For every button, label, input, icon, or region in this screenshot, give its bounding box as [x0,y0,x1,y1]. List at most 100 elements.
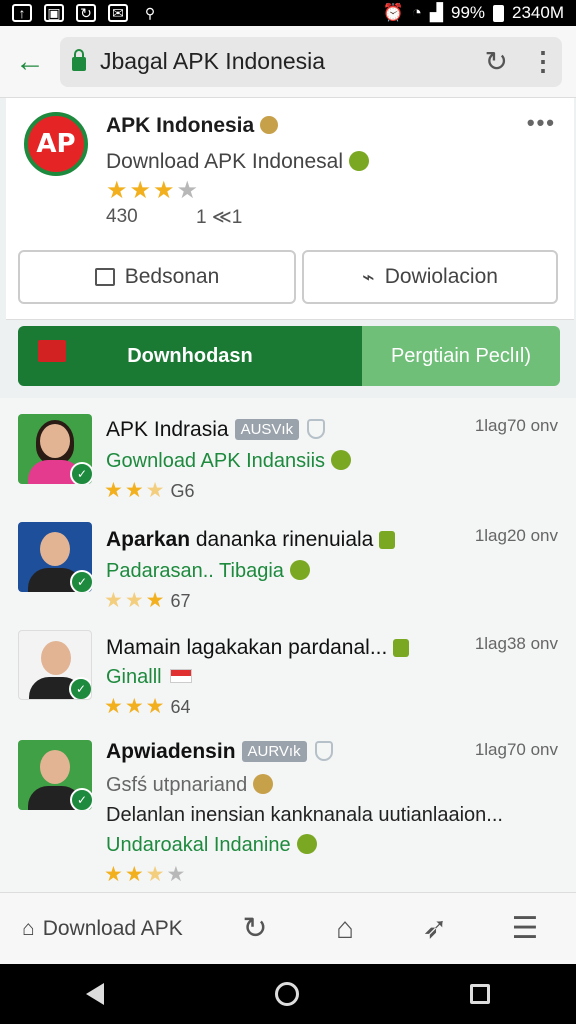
item-title-text: dananka rinenuiala [190,528,374,551]
battery-icon [493,4,505,22]
app-subtitle: Download APK Indonesal [106,150,369,174]
app-review-count: 430 [106,206,138,227]
download-banner: Downhodasn Pergtiain Peclıl) [18,326,560,386]
app-thumbnail: ✓ [18,740,92,810]
banner-download-button[interactable]: Downhodasn [18,326,362,386]
reload-icon[interactable]: ↻ [485,45,508,78]
info-coin-icon [253,774,274,794]
nav-home-icon[interactable] [274,982,299,1006]
star-icon: ★ [145,695,167,718]
download-label: Dowiolacion [384,265,498,288]
download-button[interactable]: ⌁ Dowiolacion [302,250,558,304]
star-icon: ★ [153,177,177,204]
person-face [40,424,70,458]
star-icon: ★ [124,479,146,502]
nav-back-icon[interactable] [85,983,104,1005]
app-rating-stars: ★★★★ [106,176,200,205]
app-thumbnail: ✓ [18,522,92,592]
image-icon: ▣ [44,4,64,22]
download-apk-label: Download APK [42,916,183,940]
url-text[interactable]: Jbagal APK Indonesia [100,48,485,75]
notification-icons: ↑ ▣ ↻ ✉ ⚲ [12,4,160,22]
star-half-icon: ★ [145,479,167,502]
star-icon: ★ [145,589,167,612]
item-subtitle-text: Gsfś utpnariand [106,774,248,796]
item-subtitle-text: Gownload APK Indansiis [106,450,326,472]
star-icon: ★ [129,177,154,204]
refresh-icon[interactable]: ↻ [210,911,300,946]
app-list: ✓ APK Indrasia AUSVık 1lag70 onv Gownload… [0,398,576,892]
star-half-icon: ★ [124,589,146,612]
item-tag: AURVık [241,741,307,762]
app-logo: AP [24,112,88,176]
battery-text: 99% [450,3,486,22]
item-title: Aparkan dananka rinenuiala [106,528,396,552]
app-name: APK Indonesia [106,114,279,138]
item-subtitle-2: Undaroakal Indanine [106,834,317,857]
wifi-icon: ◔ [411,3,422,22]
item-title: Apwiadensin AURVık [106,740,333,764]
back-arrow-icon[interactable]: ← [0,45,60,79]
app-thumbnail: ✓ [18,630,92,700]
bottom-toolbar: ⌂ Download APK ↻ ⌂ ➶ ☰ [0,892,576,964]
upload-icon: ↑ [12,4,32,22]
star-icon: ★ [104,695,125,718]
download-apk-button[interactable]: ⌂ Download APK [0,917,210,941]
home-icon[interactable]: ⌂ [300,912,390,946]
star-half-icon: ★ [104,589,125,612]
item-title: APK Indrasia AUSVık [106,418,326,442]
tag-icon: ⌁ [362,265,375,289]
bedsonan-button[interactable]: Bedsonan [18,250,296,304]
shield-icon [314,741,333,761]
download-coin-icon [349,151,369,171]
item-subtitle-text: Padarasan.. Tibagia [106,560,284,582]
status-bar: ↑ ▣ ↻ ✉ ⚲ ⏰ ◔ ▟ 99% 2340M [0,0,576,26]
item-rating-stars: ★★★ G6 [104,478,195,503]
banner-download-label: Downhodasn [127,344,253,367]
person-face [40,750,70,784]
item-tag: AUSVık [234,419,300,440]
alarm-icon: ⏰ [382,3,404,22]
nav-recents-icon[interactable] [470,984,491,1004]
verified-badge-icon [260,116,279,134]
url-bar[interactable]: Jbagal APK Indonesia ↻ ⋮ [60,36,562,87]
item-rating-count: 64 [170,697,191,717]
download-coin-icon [289,560,310,580]
download-arrow-icon [393,639,410,657]
item-rating-stars: ★★★ 67 [104,588,191,613]
item-title-text: APK Indrasia [106,418,229,441]
menu-kebab-icon[interactable]: ⋮ [530,46,556,77]
tag-icon: ⌂ [22,916,35,940]
app-header-card: AP APK Indonesia Download APK Indonesal … [6,98,574,320]
star-icon: ★ [124,863,146,886]
star-icon: ★ [124,695,146,718]
item-rating-count: 67 [170,591,191,611]
item-title-bold: Aparkan [106,528,191,551]
more-options-icon[interactable]: ••• [527,110,556,136]
vpn-icon: ⚲ [144,4,156,21]
item-subtitle: Ginalll [106,666,192,689]
item-description: Delanlan inensian kanknanala uutianlaaio… [106,804,503,826]
item-rating-stars: ★★★ 64 [104,694,191,719]
star-half-icon: ★ [145,863,167,886]
item-time: 1lag70 onv [474,740,558,759]
star-icon: ★ [104,863,125,886]
star-empty-icon: ★ [166,863,188,886]
app-subtitle-text: Download APK Indonesal [106,150,343,173]
bag-icon [94,268,115,286]
share-icon[interactable]: ➶ [390,911,480,946]
status-right: ⏰ ◔ ▟ 99% 2340M [382,3,564,23]
message-icon: ✉ [108,4,128,22]
clock: 2340M [512,3,564,22]
menu-icon[interactable]: ☰ [480,911,570,946]
download-coin-icon [331,450,352,470]
star-icon: ★ [106,177,130,204]
item-time: 1lag20 onv [474,526,558,545]
item-rating-stars: ★★★★ [104,862,187,887]
system-navigation-bar [0,964,576,1024]
signal-icon: ▟ [429,3,443,22]
download-coin-icon [296,834,317,854]
item-subtitle: Gsfś utpnariand [106,774,274,797]
banner-secondary-button[interactable]: Pergtiain Peclıl) [362,326,560,386]
verified-tick-icon: ✓ [70,788,92,810]
